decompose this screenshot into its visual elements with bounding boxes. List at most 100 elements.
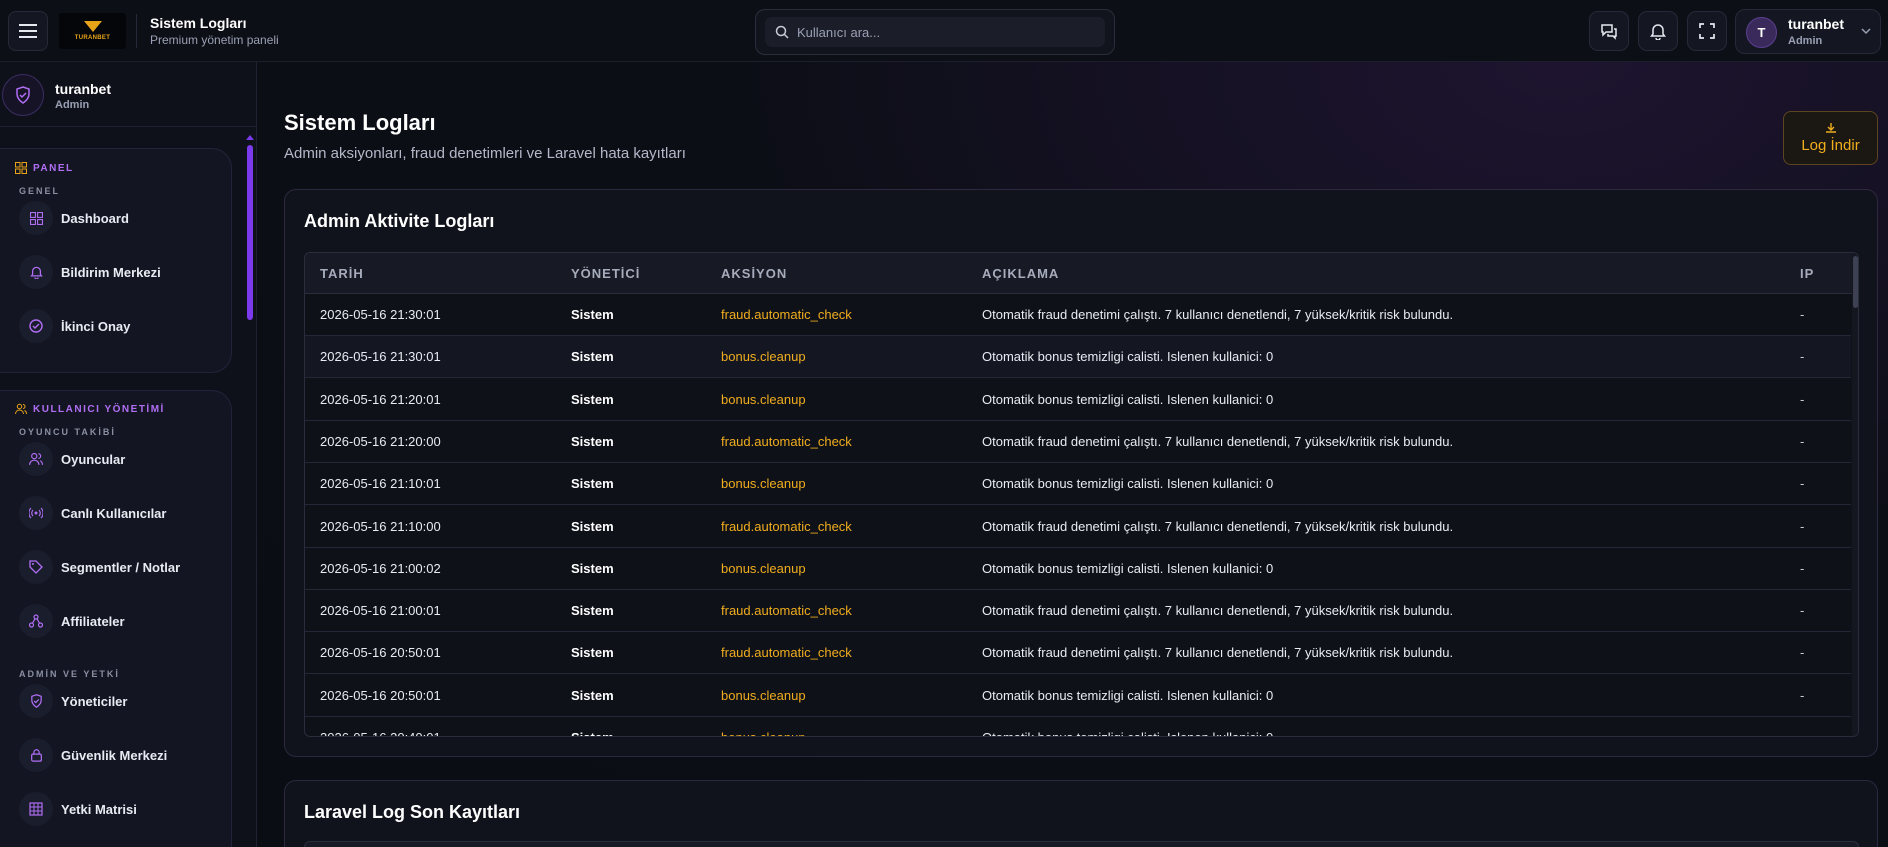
- cell-admin: Sistem: [571, 307, 614, 322]
- lock-icon: [30, 749, 42, 762]
- cell-admin: Sistem: [571, 518, 614, 534]
- cell-ip: -: [1800, 349, 1805, 365]
- sidebar-scrollbar[interactable]: [247, 145, 253, 320]
- cell-admin: Sistem: [571, 433, 614, 449]
- download-log-label: Log İndir: [1801, 137, 1860, 154]
- table-row[interactable]: 2026-05-16 21:30:01 Sistem bonus.cleanup Ot…: [305, 336, 1851, 379]
- notifications-button[interactable]: [1638, 11, 1678, 51]
- menu-button[interactable]: [8, 11, 48, 51]
- table-row[interactable]: 2026-05-16 20:50:01 Sistem fraud.automatic…: [305, 632, 1851, 675]
- table-row[interactable]: 2026-05-16 21:20:01 Sistem bonus.cleanup Ot…: [305, 379, 1851, 421]
- fullscreen-icon: [1699, 23, 1715, 39]
- sidebar-item-permission-matrix[interactable]: Yetki Matrisi: [19, 789, 219, 829]
- column-header: IP: [1800, 266, 1815, 281]
- cell-admin: Sistem: [571, 645, 614, 661]
- top-bar: TURANBET Sistem Logları Premium yönetim …: [0, 0, 1888, 62]
- sidebar-item-notifications[interactable]: Bildirim Merkezi: [19, 252, 219, 292]
- table-scrollbar-track[interactable]: [1852, 253, 1858, 736]
- cell-admin: Sistem: [571, 687, 614, 703]
- section-title-genel: GENEL: [19, 186, 61, 196]
- cell-action: bonus.cleanup: [721, 476, 806, 492]
- fullscreen-button[interactable]: [1687, 11, 1727, 51]
- table-row[interactable]: 2026-05-16 21:00:01 Sistem fraud.automatic…: [305, 590, 1851, 633]
- cell-description: Otomatik bonus temizligi calisti. Islene…: [982, 730, 1273, 736]
- card-title: Admin Aktivite Logları: [304, 211, 495, 231]
- cell-action: fraud.automatic_check: [721, 645, 852, 661]
- activity-table: TARİH YÖNETİCİ AKSİYON AÇIKLAMA IP 2026-…: [304, 252, 1859, 737]
- sidebar-item-label: Dashboard: [61, 210, 129, 226]
- tag-icon: [29, 560, 43, 574]
- sidebar-item-dashboard[interactable]: Dashboard: [19, 198, 219, 238]
- sidebar-item-affiliates[interactable]: Affiliateler: [19, 601, 219, 641]
- cell-description: Otomatik fraud denetimi çalıştı. 7 kulla…: [982, 433, 1454, 449]
- cell-date: 2026-05-16 21:30:01: [320, 349, 441, 365]
- sidebar-item-label: Güvenlik Merkezi: [61, 747, 168, 763]
- cell-admin: Sistem: [571, 560, 614, 576]
- sidebar-item-players[interactable]: Oyuncular: [19, 439, 219, 479]
- messages-button[interactable]: [1589, 11, 1629, 51]
- sidebar-item-label: Affiliateler: [61, 613, 125, 629]
- sidebar-group-panel: PANEL GENEL Dashboard Bildirim Merkezi İ…: [0, 148, 232, 373]
- laravel-log-card: Laravel Log Son Kayıtları: [284, 780, 1878, 847]
- shield-icon: [16, 86, 30, 104]
- main-content: Sistem Logları Admin aksiyonları, fraud …: [258, 62, 1888, 847]
- cell-date: 2026-05-16 21:20:00: [320, 433, 441, 449]
- table-row[interactable]: 2026-05-16 21:10:00 Sistem fraud.automatic…: [305, 506, 1851, 548]
- cell-ip: -: [1800, 603, 1805, 619]
- grid-icon: [29, 211, 43, 225]
- sidebar-item-label: Segmentler / Notlar: [61, 559, 181, 575]
- column-header: YÖNETİCİ: [571, 266, 641, 281]
- table-scrollbar[interactable]: [1853, 256, 1858, 308]
- cell-admin: Sistem: [571, 603, 614, 619]
- sidebar-user-name: turanbet: [55, 81, 111, 97]
- group-title-users-label: KULLANICI YÖNETİMİ: [33, 403, 165, 415]
- cell-date: 2026-05-16 20:50:01: [320, 687, 441, 703]
- table-row[interactable]: 2026-05-16 21:20:00 Sistem fraud.automatic…: [305, 421, 1851, 463]
- brand-logo[interactable]: TURANBET: [59, 13, 126, 49]
- chevron-down-icon: [1861, 28, 1871, 35]
- grid-icon: [15, 162, 27, 174]
- sidebar-user-avatar: [2, 74, 44, 116]
- page-title: Sistem Logları: [284, 110, 436, 135]
- users-icon: [29, 452, 43, 465]
- cell-ip: -: [1800, 433, 1805, 449]
- cell-action: bonus.cleanup: [721, 687, 806, 703]
- cell-date: 2026-05-16 21:30:01: [320, 307, 441, 322]
- check-circle-icon: [29, 319, 43, 333]
- cell-action: fraud.automatic_check: [721, 518, 852, 534]
- cell-description: Otomatik bonus temizligi calisti. Islene…: [982, 687, 1274, 703]
- logo-text: TURANBET: [74, 35, 111, 41]
- column-header: TARİH: [320, 266, 364, 281]
- section-title-players: OYUNCU TAKİBİ: [19, 427, 116, 437]
- cell-date: 2026-05-16 21:00:02: [320, 560, 441, 576]
- table-row[interactable]: 2026-05-16 20:40:01 Sistem bonus.cleanup Ot…: [305, 717, 1851, 736]
- network-icon: [29, 614, 43, 628]
- sidebar-item-second-approval[interactable]: İkinci Onay: [19, 306, 219, 346]
- search-field[interactable]: [765, 17, 1105, 47]
- menu-icon: [19, 24, 37, 38]
- scroll-up-arrow[interactable]: [246, 135, 254, 140]
- table-row[interactable]: 2026-05-16 20:50:01 Sistem bonus.cleanup Ot…: [305, 675, 1851, 717]
- divider: [136, 14, 137, 48]
- sidebar-item-label: Yöneticiler: [61, 693, 128, 709]
- sidebar-item-label: Bildirim Merkezi: [61, 264, 161, 280]
- sidebar-item-security[interactable]: Güvenlik Merkezi: [19, 735, 219, 775]
- user-name: turanbet: [1788, 16, 1844, 32]
- cell-ip: -: [1800, 518, 1805, 534]
- download-log-button[interactable]: Log İndir: [1783, 111, 1878, 165]
- search-input[interactable]: [797, 24, 1087, 40]
- app-title: Sistem Logları: [150, 15, 247, 31]
- table-row[interactable]: 2026-05-16 21:30:01 Sistem fraud.automatic…: [305, 294, 1851, 336]
- sidebar-item-segments[interactable]: Segmentler / Notlar: [19, 547, 219, 587]
- table-row[interactable]: 2026-05-16 21:00:02 Sistem bonus.cleanup Ot…: [305, 548, 1851, 590]
- cell-date: 2026-05-16 21:10:01: [320, 476, 441, 492]
- column-header: AÇIKLAMA: [982, 266, 1060, 281]
- cell-admin: Sistem: [571, 349, 614, 365]
- user-menu[interactable]: T turanbet Admin: [1735, 9, 1881, 54]
- sidebar-item-live-users[interactable]: Canlı Kullanıcılar: [19, 493, 219, 533]
- bell-icon: [29, 266, 43, 279]
- bell-icon: [1650, 24, 1666, 40]
- table-row[interactable]: 2026-05-16 21:10:01 Sistem bonus.cleanup Ot…: [305, 463, 1851, 506]
- sidebar-item-admins[interactable]: Yöneticiler: [19, 681, 219, 721]
- page-subtitle: Admin aksiyonları, fraud denetimleri ve …: [284, 145, 686, 162]
